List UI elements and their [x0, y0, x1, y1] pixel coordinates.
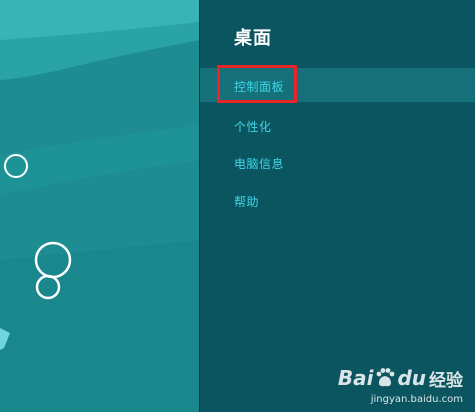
menu-item-label: 个性化	[234, 120, 272, 134]
menu-item-control-panel[interactable]: 控制面板	[200, 68, 475, 102]
settings-pane: 桌面 控制面板 个性化 电脑信息 帮助	[199, 0, 475, 412]
menu-item-label: 帮助	[234, 195, 260, 209]
menu-item-pc-info[interactable]: 电脑信息	[200, 145, 475, 179]
menu-item-label: 电脑信息	[234, 157, 285, 171]
menu-item-help[interactable]: 帮助	[200, 183, 475, 217]
screen: 桌面 控制面板 个性化 电脑信息 帮助 Bai du 经验 jingyan.ba…	[0, 0, 475, 412]
menu-item-label: 控制面板	[234, 80, 285, 94]
menu-item-personalize[interactable]: 个性化	[200, 108, 475, 142]
pane-title: 桌面	[234, 28, 272, 49]
